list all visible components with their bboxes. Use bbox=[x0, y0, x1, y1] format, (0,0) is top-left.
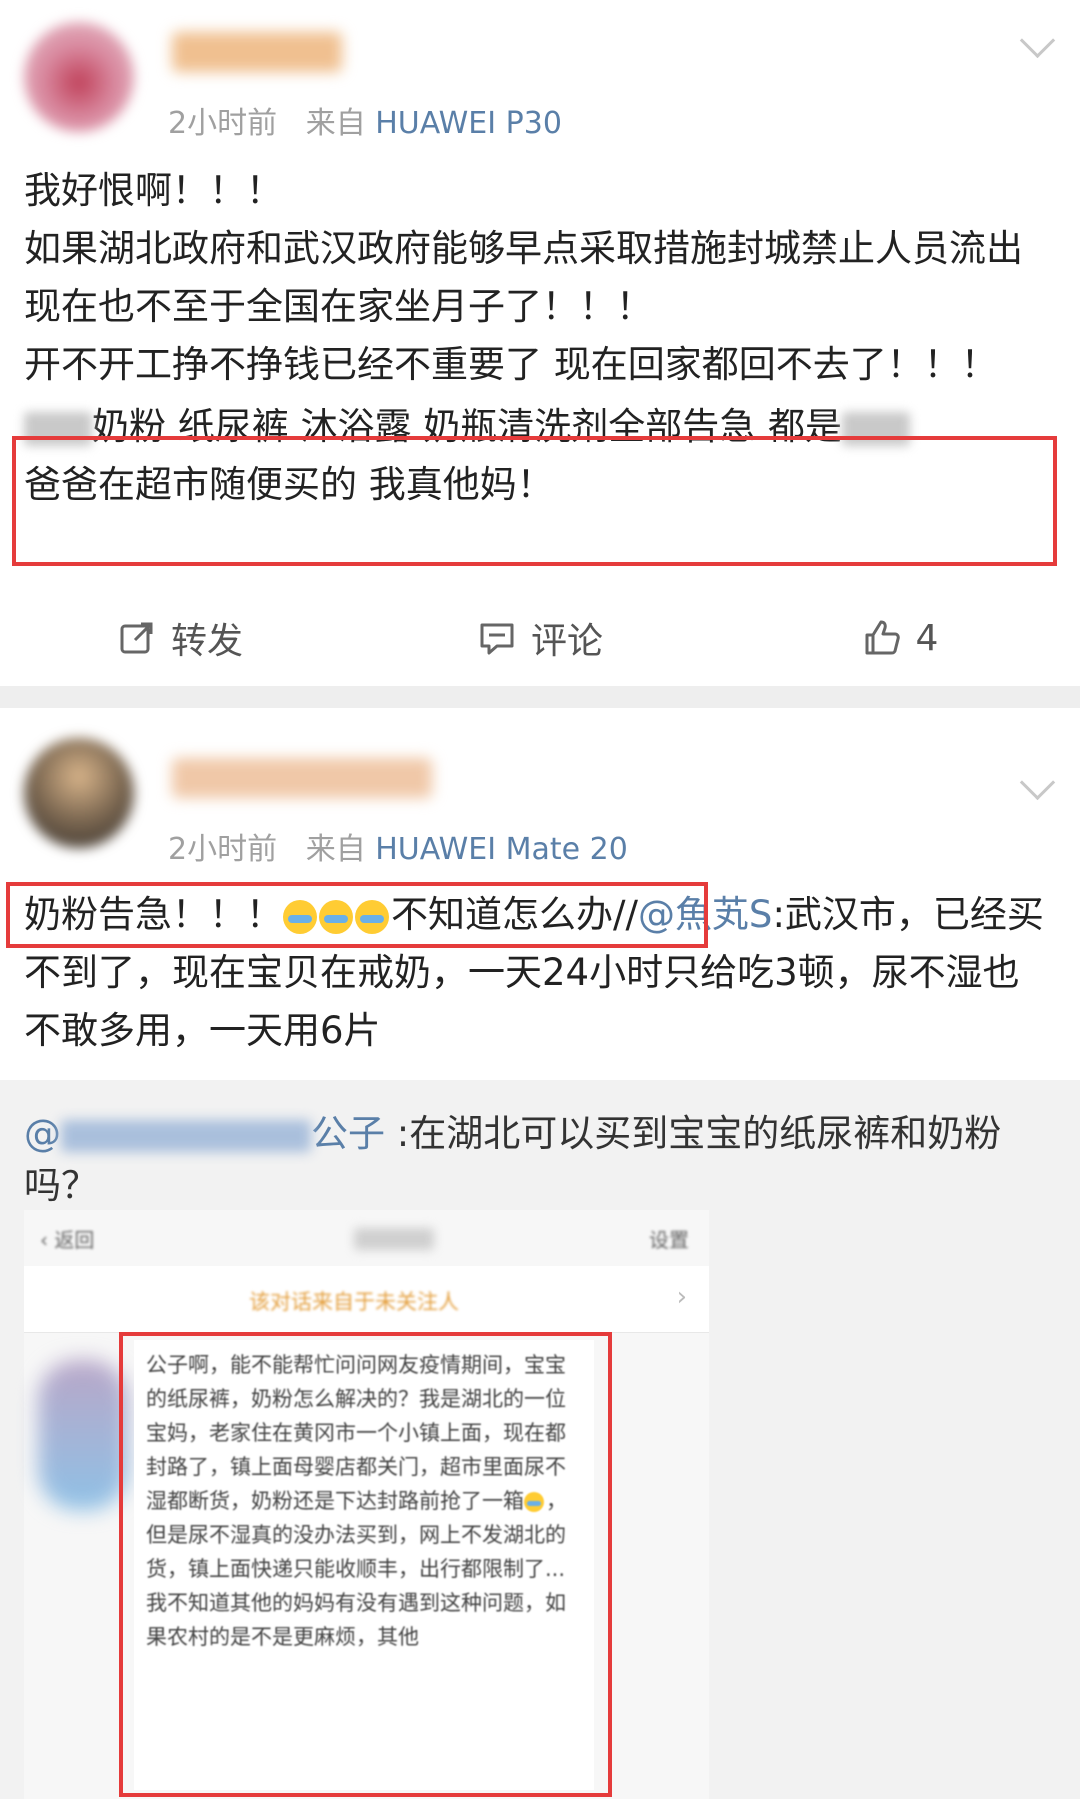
chevron-right-icon: › bbox=[676, 1282, 687, 1312]
device-name: HUAWEI P30 bbox=[375, 106, 562, 141]
repost-text: @ 公子 :在湖北可以买到宝宝的纸尿裤和奶粉吗？ bbox=[24, 1108, 1054, 1212]
comment-button[interactable]: 评论 bbox=[360, 598, 720, 678]
redacted-text bbox=[842, 411, 911, 446]
comment-label: 评论 bbox=[530, 621, 603, 662]
chevron-down-icon[interactable] bbox=[1019, 22, 1056, 59]
message-part-2: ，但是尿不湿真的没办法买到，网上不发湖北的货，镇上面快递只能收顺丰，出行都限制了… bbox=[146, 1489, 567, 1649]
message-text: 公子啊，能不能帮忙问问网友疫情期间，宝宝的纸尿裤，奶粉怎么解决的？我是湖北的一位… bbox=[146, 1348, 586, 1654]
like-button[interactable]: 4 bbox=[720, 598, 1080, 678]
crying-emoji-icon bbox=[524, 1492, 544, 1512]
weibo-post-2: 2小时前 来自 HUAWEI Mate 20 奶粉告急！！！ 不知道怎么办//@魚… bbox=[0, 708, 1080, 1799]
chevron-down-icon[interactable] bbox=[1019, 764, 1056, 801]
post-text-mid: 不知道怎么办 bbox=[391, 893, 613, 936]
embedded-screenshot[interactable]: ‹ 返回 设置 该对话来自于未关注人 › 公子啊，能不能帮忙问问网友疫情期间，宝… bbox=[24, 1210, 709, 1799]
post-text-line: 我好恨啊！！！ bbox=[24, 169, 283, 212]
highlight-part-2: 爸爸在超市随便买的 我真他妈！ bbox=[24, 463, 554, 506]
post-meta: 2小时前 来自 HUAWEI Mate 20 bbox=[168, 824, 628, 868]
reposted-content[interactable]: @ 公子 :在湖北可以买到宝宝的纸尿裤和奶粉吗？ ‹ 返回 设置 该对话来自于未关… bbox=[0, 1080, 1080, 1799]
like-icon bbox=[865, 620, 900, 655]
post-body: 我好恨啊！！！ 如果湖北政府和武汉政府能够早点采取措施封城禁止人员流出 现在也不… bbox=[24, 162, 1054, 514]
highlight-part-1: 奶粉 纸尿裤 沐浴露 奶瓶清洗剂全部告急 都是 bbox=[92, 405, 843, 448]
post-text: 奶粉告急！！！ 不知道怎么办//@魚芄S:武汉市，已经买不到了，现在宝贝在戒奶，一… bbox=[24, 886, 1054, 1060]
device-name: HUAWEI Mate 20 bbox=[375, 832, 628, 867]
crying-emoji-icon bbox=[355, 899, 389, 934]
repost-mention[interactable]: @ 公子 bbox=[24, 1112, 385, 1155]
avatar bbox=[38, 1360, 128, 1510]
username[interactable] bbox=[172, 758, 432, 798]
crying-emoji-icon bbox=[283, 899, 317, 934]
message-bubble: 公子啊，能不能帮忙问问网友疫情期间，宝宝的纸尿裤，奶粉怎么解决的？我是湖北的一位… bbox=[134, 1340, 594, 1790]
screenshot-settings: 设置 bbox=[649, 1228, 689, 1252]
like-count: 4 bbox=[915, 617, 939, 659]
mention-suffix: 公子 bbox=[311, 1112, 385, 1155]
post-text-line: 如果湖北政府和武汉政府能够早点采取措施封城禁止人员流出 现在也不至于全国在家坐月… bbox=[24, 227, 1023, 328]
source-label: 来自 bbox=[305, 832, 366, 867]
repost-button[interactable]: 转发 bbox=[0, 598, 360, 678]
redacted-text bbox=[354, 1228, 434, 1250]
username[interactable] bbox=[172, 32, 342, 72]
separator: // bbox=[613, 893, 638, 936]
action-bar: 转发 评论 4 bbox=[0, 598, 1080, 678]
screenshot-topbar: ‹ 返回 设置 bbox=[24, 1210, 709, 1266]
banner-text: 该对话来自于未关注人 bbox=[249, 1290, 459, 1314]
post-divider bbox=[0, 686, 1080, 708]
repost-label: 转发 bbox=[170, 621, 243, 662]
avatar[interactable] bbox=[24, 22, 134, 132]
back-label: 返回 bbox=[54, 1228, 95, 1252]
source-label: 来自 bbox=[305, 106, 366, 141]
post-time: 2小时前 bbox=[168, 106, 278, 141]
redacted-text bbox=[61, 1119, 311, 1152]
post-time: 2小时前 bbox=[168, 832, 278, 867]
crying-emoji-icon bbox=[319, 899, 353, 934]
post-body: 奶粉告急！！！ 不知道怎么办//@魚芄S:武汉市，已经买不到了，现在宝贝在戒奶，一… bbox=[24, 886, 1054, 1060]
mention-link[interactable]: @魚芄S bbox=[638, 893, 773, 936]
redacted-text bbox=[24, 411, 92, 446]
repost-icon bbox=[120, 622, 153, 654]
post-meta: 2小时前 来自 HUAWEI P30 bbox=[168, 98, 562, 142]
weibo-post-1: 2小时前 来自 HUAWEI P30 我好恨啊！！！ 如果湖北政府和武汉政府能够… bbox=[0, 0, 1080, 686]
post-text-highlight: 奶粉 纸尿裤 沐浴露 奶瓶清洗剂全部告急 都是 爸爸在超市随便买的 我真他妈！ bbox=[24, 398, 1054, 514]
avatar[interactable] bbox=[24, 738, 134, 848]
post-text-start: 奶粉告急！！！ bbox=[24, 893, 283, 936]
post-text-line: 开不开工挣不挣钱已经不重要了 现在回家都回不去了！！！ bbox=[24, 343, 998, 386]
message-part-1: 公子啊，能不能帮忙问问网友疫情期间，宝宝的纸尿裤，奶粉怎么解决的？我是湖北的一位… bbox=[146, 1353, 566, 1513]
comment-icon bbox=[480, 623, 514, 655]
screenshot-banner: 该对话来自于未关注人 › bbox=[24, 1266, 709, 1333]
screenshot-back: ‹ 返回 bbox=[40, 1228, 95, 1252]
